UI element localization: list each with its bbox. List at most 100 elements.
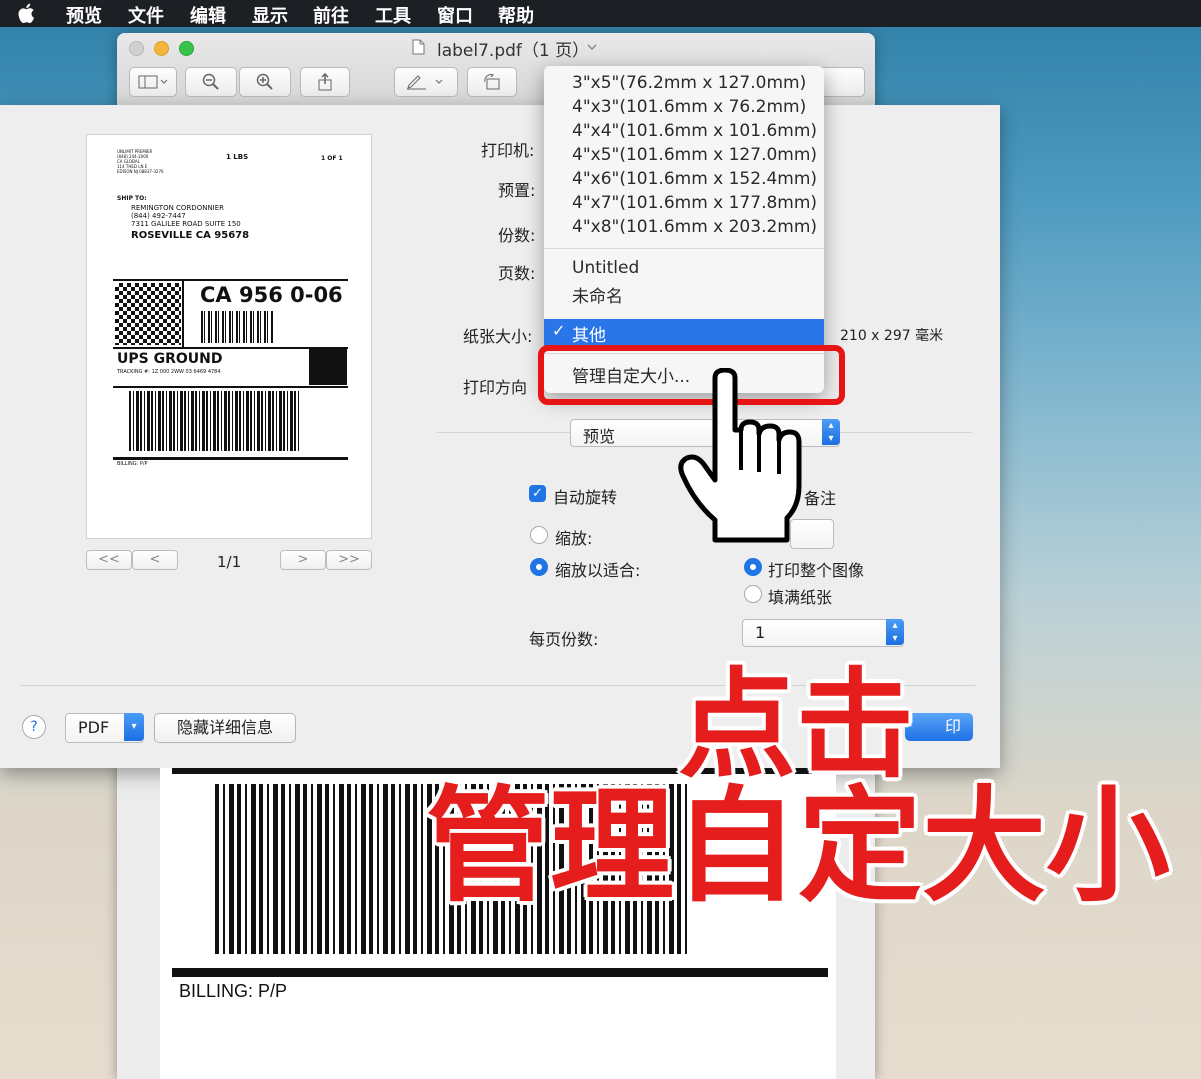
pdf-document-icon [412,39,425,55]
ship-to-label: SHIP TO: [117,195,147,202]
recipient-street: 7311 GALILEE ROAD SUITE 150 [131,220,241,228]
scale-to-fit-label: 缩放以适合: [555,561,641,580]
divider [172,968,828,977]
close-button[interactable] [129,41,144,56]
menu-separator [544,248,824,249]
menu-item-size[interactable]: 4"x5"(101.6mm x 127.0mm) [572,145,817,165]
scale-label: 缩放: [555,529,593,548]
menu-item-size[interactable]: 4"x3"(101.6mm x 76.2mm) [572,97,806,117]
zoom-out-button[interactable] [185,67,237,97]
last-page-button[interactable]: >> [326,550,372,570]
fill-paper-label: 填满纸张 [768,588,833,607]
black-box [309,349,347,385]
billing-text: BILLING: P/P [179,981,288,1001]
menu-item-size[interactable]: 3"x5"(76.2mm x 127.0mm) [572,73,806,93]
pdf-label: PDF [78,718,110,737]
orientation-label: 打印方向 [463,378,528,397]
chevron-down-icon: ▾ [124,713,144,741]
copies-per-page-value: 1 [755,623,766,642]
tracking-barcode [129,391,299,451]
print-button[interactable]: 印 [905,713,973,741]
menu-tools[interactable]: 工具 [375,2,411,28]
preset-label: 预置: [498,181,536,200]
menu-go[interactable]: 前往 [313,2,349,28]
copies-label: 份数: [498,226,536,245]
pen-icon [407,75,443,90]
label-count: 1 OF 1 [321,155,343,162]
small-barcode [201,311,273,343]
label-weight: 1 LBS [226,153,249,161]
printer-label: 打印机: [481,141,535,160]
app-select-value: 预览 [583,427,616,446]
rotate-icon [484,74,500,90]
tracking-number: TRACKING #: 1Z 000 2WW 03 6469 4784 [117,369,221,375]
zoom-in-button[interactable] [239,67,291,97]
first-page-button[interactable]: << [86,550,132,570]
chevron-down-icon[interactable] [587,43,597,51]
pages-label: 页数: [498,264,536,283]
menu-edit[interactable]: 编辑 [190,2,226,28]
hand-pointer-icon [678,368,802,543]
prev-page-button[interactable]: < [132,550,178,570]
markup-button[interactable] [394,67,458,97]
zoom-out-icon [202,73,219,90]
scale-radio[interactable] [530,526,548,544]
pdf-menu-button[interactable]: PDF ▾ [65,713,144,743]
recipient-name: REMINGTON CORDONNIER [131,204,225,212]
menu-item-size[interactable]: 4"x8"(101.6mm x 203.2mm) [572,217,817,237]
minimize-button[interactable] [154,41,169,56]
scale-to-fit-radio[interactable] [530,558,548,576]
zoom-button[interactable] [179,41,194,56]
stepper-icon: ▴ ▾ [886,619,904,645]
apple-icon[interactable] [18,2,36,24]
paper-size-dims: 210 x 297 毫米 [840,328,944,344]
recipient-phone: (844) 492-7447 [131,212,186,220]
divider [113,386,348,388]
billing-small: BILLING: P/P [117,461,148,467]
copies-per-page-select[interactable]: 1 ▴ ▾ [742,619,904,647]
print-entire-image-label: 打印整个图像 [768,561,865,580]
paper-size-label: 纸张大小: [463,327,533,346]
sender-line: EDISON NJ 08837-3276 [117,169,164,174]
recipient-city: ROSEVILLE CA 95678 [131,230,250,241]
divider [113,457,348,460]
menu-view[interactable]: 显示 [252,2,288,28]
maxicode [115,283,181,345]
hide-details-button[interactable]: 隐藏详细信息 [154,713,296,743]
menu-item-untitled[interactable]: Untitled [572,258,639,278]
menu-item-size[interactable]: 4"x7"(101.6mm x 177.8mm) [572,193,817,213]
divider [113,279,348,281]
caption-line-2: 管理自定大小 [426,775,1171,919]
share-button[interactable] [300,67,350,97]
menu-file[interactable]: 文件 [128,2,164,28]
menu-item-other-label: 其他 [572,326,606,346]
menu-preview[interactable]: 预览 [66,2,102,28]
menu-item-unnamed[interactable]: 未命名 [572,282,623,307]
divider [182,281,184,347]
print-entire-image-radio[interactable] [744,558,762,576]
next-page-button[interactable]: > [280,550,326,570]
rotate-button[interactable] [467,67,517,97]
auto-rotate-label: 自动旋转 [553,488,618,507]
checkmark-icon: ✓ [552,321,566,340]
help-button[interactable]: ? [22,715,46,739]
copies-per-page-label: 每页份数: [529,630,599,649]
auto-rotate-checkbox[interactable]: ✓ [529,485,546,502]
routing-code: CA 956 0-06 [200,283,343,307]
window-title: label7.pdf（1 页） [437,41,590,61]
paper-size-dropdown: 3"x5"(76.2mm x 127.0mm) 4"x3"(101.6mm x … [544,66,824,393]
fill-paper-radio[interactable] [744,585,762,603]
caption-line-1: 点击 [678,656,915,794]
sidebar-icon [138,75,168,89]
service-name: UPS GROUND [117,351,223,367]
menu-bar: 预览 文件 编辑 显示 前往 工具 窗口 帮助 [0,0,1201,27]
menu-item-size[interactable]: 4"x4"(101.6mm x 101.6mm) [572,121,817,141]
label-preview: UNLIMIT PREMIER (848) 244-2000 CA GLOBAL… [86,134,372,539]
menu-item-size[interactable]: 4"x6"(101.6mm x 152.4mm) [572,169,817,189]
menu-item-other[interactable]: ✓ 其他 [544,319,824,346]
sidebar-toggle-button[interactable] [129,67,177,97]
menu-help[interactable]: 帮助 [498,2,534,28]
page-indicator: 1/1 [217,553,242,571]
menu-window[interactable]: 窗口 [437,2,473,28]
zoom-in-icon [256,73,273,90]
